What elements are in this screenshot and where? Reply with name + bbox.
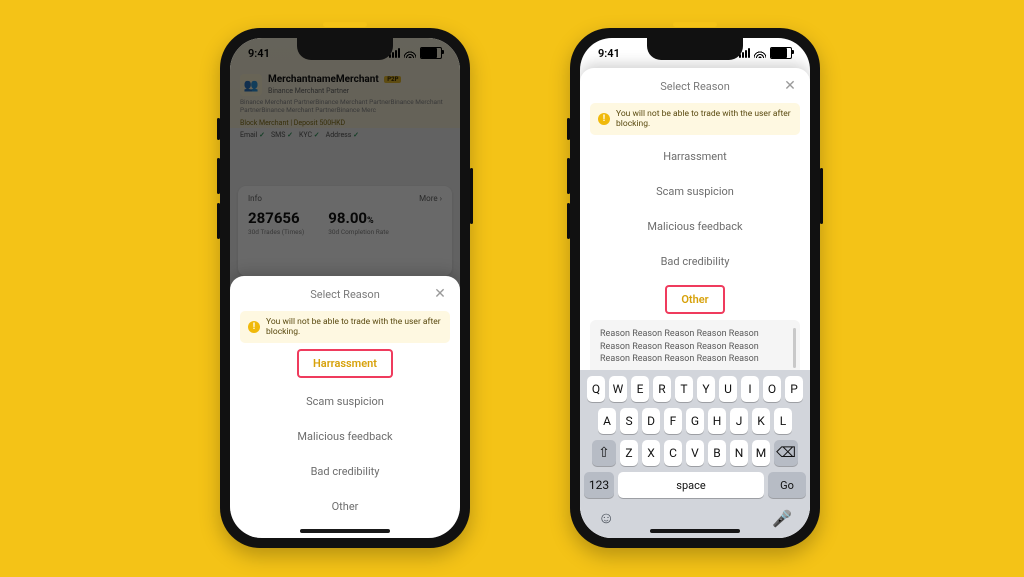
earpiece	[323, 22, 367, 27]
key-m[interactable]: M	[752, 440, 770, 466]
key-j[interactable]: J	[730, 408, 748, 434]
key-c[interactable]: C	[664, 440, 682, 466]
reason-harassment[interactable]: Harrassment	[299, 351, 391, 376]
key-backspace[interactable]	[774, 440, 798, 466]
ios-keyboard: Q W E R T Y U I O P A S D F G H	[580, 370, 810, 538]
reason-textarea[interactable]: Reason Reason Reason Reason Reason Reaso…	[590, 320, 800, 376]
battery-icon	[770, 47, 792, 59]
reason-list: Harrassment Scam suspicion Malicious fee…	[580, 139, 810, 312]
status-time: 9:41	[248, 47, 270, 60]
battery-icon	[420, 47, 442, 59]
key-t[interactable]: T	[675, 376, 693, 402]
earpiece	[673, 22, 717, 27]
key-space[interactable]: space	[618, 472, 764, 498]
mic-icon[interactable]: 🎤	[772, 509, 792, 528]
key-q[interactable]: Q	[587, 376, 605, 402]
close-icon[interactable]: ✕	[432, 286, 448, 302]
reason-credibility[interactable]: Bad credibility	[230, 454, 460, 489]
key-p[interactable]: P	[785, 376, 803, 402]
key-k[interactable]: K	[752, 408, 770, 434]
key-y[interactable]: Y	[697, 376, 715, 402]
key-n[interactable]: N	[730, 440, 748, 466]
notch	[647, 38, 743, 60]
key-go[interactable]: Go	[768, 472, 806, 498]
textarea-scrollbar[interactable]	[793, 328, 796, 368]
key-i[interactable]: I	[741, 376, 759, 402]
keyboard-row-2: A S D F G H J K L	[584, 408, 806, 434]
home-indicator[interactable]	[300, 529, 390, 533]
warning-icon: !	[248, 321, 260, 333]
notch	[297, 38, 393, 60]
phone-mockup-right: 9:41 Select Reason ✕ ! You will not be a…	[570, 28, 820, 548]
close-icon[interactable]: ✕	[782, 78, 798, 94]
reason-other[interactable]: Other	[667, 287, 722, 312]
key-e[interactable]: E	[631, 376, 649, 402]
keyboard-row-3: Z X C V B N M	[584, 440, 806, 466]
key-b[interactable]: B	[708, 440, 726, 466]
warning-icon: !	[598, 113, 610, 125]
reason-harassment[interactable]: Harrassment	[580, 139, 810, 174]
key-u[interactable]: U	[719, 376, 737, 402]
keyboard-bottom-row: ☺ 🎤	[584, 504, 806, 528]
status-time: 9:41	[598, 47, 620, 60]
key-x[interactable]: X	[642, 440, 660, 466]
warning-text: You will not be able to trade with the u…	[266, 317, 442, 337]
emoji-icon[interactable]: ☺	[598, 508, 614, 528]
reason-list: Harrassment Scam suspicion Malicious fee…	[230, 351, 460, 524]
reason-feedback[interactable]: Malicious feedback	[230, 419, 460, 454]
key-w[interactable]: W	[609, 376, 627, 402]
reason-textarea-value: Reason Reason Reason Reason Reason Reaso…	[600, 329, 759, 364]
reason-feedback[interactable]: Malicious feedback	[580, 209, 810, 244]
blocking-warning: ! You will not be able to trade with the…	[240, 311, 450, 343]
key-v[interactable]: V	[686, 440, 704, 466]
key-123[interactable]: 123	[584, 472, 614, 498]
sheet-title: Select Reason	[310, 288, 380, 301]
reason-credibility[interactable]: Bad credibility	[580, 244, 810, 279]
wifi-icon	[754, 49, 766, 58]
blocking-warning: ! You will not be able to trade with the…	[590, 103, 800, 135]
screen-left: 9:41 ‹ MerchantnameMerchant P2P Binance …	[230, 38, 460, 538]
key-shift[interactable]	[592, 440, 616, 466]
key-f[interactable]: F	[664, 408, 682, 434]
reason-scam[interactable]: Scam suspicion	[230, 384, 460, 419]
warning-text: You will not be able to trade with the u…	[616, 109, 792, 129]
key-d[interactable]: D	[642, 408, 660, 434]
key-h[interactable]: H	[708, 408, 726, 434]
reason-scam[interactable]: Scam suspicion	[580, 174, 810, 209]
phone-mockup-left: 9:41 ‹ MerchantnameMerchant P2P Binance …	[220, 28, 470, 548]
home-indicator[interactable]	[650, 529, 740, 533]
select-reason-sheet: Select Reason ✕ ! You will not be able t…	[580, 68, 810, 538]
key-l[interactable]: L	[774, 408, 792, 434]
sheet-title: Select Reason	[660, 80, 730, 93]
reason-other[interactable]: Other	[230, 489, 460, 524]
keyboard-row-1: Q W E R T Y U I O P	[584, 376, 806, 402]
key-o[interactable]: O	[763, 376, 781, 402]
key-g[interactable]: G	[686, 408, 704, 434]
screen-right: 9:41 Select Reason ✕ ! You will not be a…	[580, 38, 810, 538]
wifi-icon	[404, 49, 416, 58]
key-s[interactable]: S	[620, 408, 638, 434]
keyboard-row-4: 123 space Go	[584, 472, 806, 498]
key-r[interactable]: R	[653, 376, 671, 402]
key-z[interactable]: Z	[620, 440, 638, 466]
key-a[interactable]: A	[598, 408, 616, 434]
select-reason-sheet: Select Reason ✕ ! You will not be able t…	[230, 276, 460, 538]
